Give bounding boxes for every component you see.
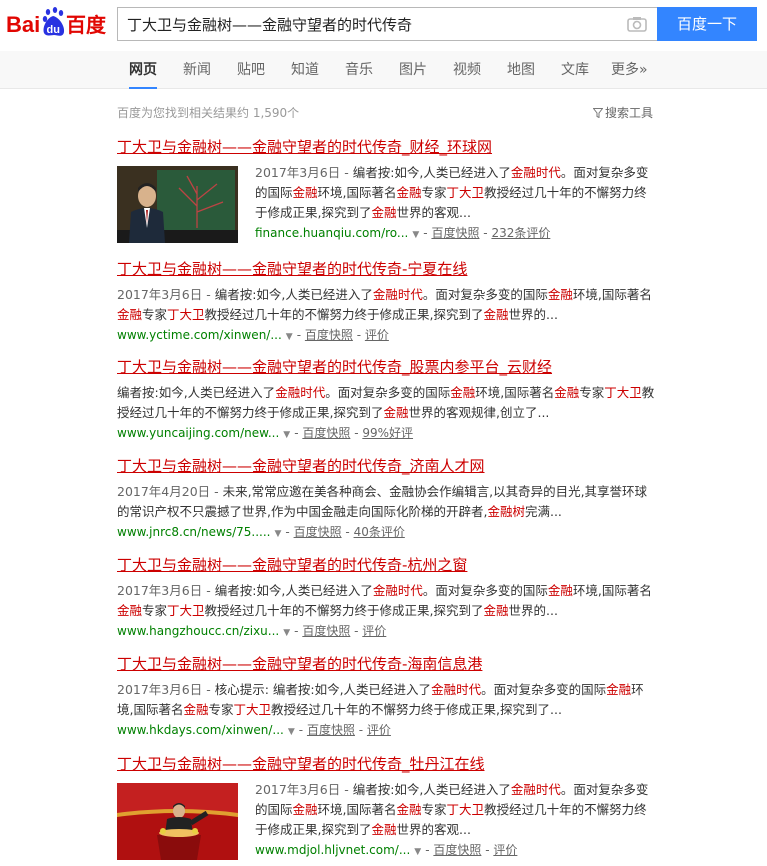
svg-text:du: du [47,24,60,36]
result-abstract: 2017年4月20日 - 未来,常常应邀在美各种商会、金融协会作编辑言,以其奇异… [117,484,648,519]
result-item: 丁大卫与金融树——金融守望者的时代传奇_财经_环球网 2017年3月6日 - 编… [117,137,657,245]
rating-link[interactable]: 99%好评 [362,426,413,440]
result-title[interactable]: 丁大卫与金融树——金融守望者的时代传奇-宁夏在线 [117,259,657,279]
tab-web[interactable]: 网页 [129,51,157,89]
snapshot-link[interactable]: 百度快照 [307,723,355,737]
search-tools-label: 搜索工具 [605,106,654,120]
result-url[interactable]: finance.huanqiu.com/ro... [255,226,408,240]
result-abstract: 2017年3月6日 - 核心提示: 编者按:如今,人类已经进入了金融时代。面对复… [117,682,644,717]
search-input[interactable] [118,8,618,40]
result-abstract: 2017年3月6日 - 编者按:如今,人类已经进入了金融时代。面对复杂多变的国际… [255,782,649,837]
tab-tieba[interactable]: 贴吧 [237,51,265,89]
result-count: 百度为您找到相关结果约 1,590个 [117,106,300,120]
tab-more[interactable]: 更多» [611,51,648,89]
tab-map[interactable]: 地图 [507,51,535,89]
result-item: 丁大卫与金融树——金融守望者的时代传奇-宁夏在线 2017年3月6日 - 编者按… [117,259,657,347]
tab-zhidao[interactable]: 知道 [291,51,319,89]
camera-icon[interactable] [627,16,647,32]
result-title[interactable]: 丁大卫与金融树——金融守望者的时代传奇-杭州之窗 [117,555,657,575]
result-url-row: www.hkdays.com/xinwen/... ▼ - 百度快照 - 评价 [117,723,391,737]
dropdown-arrow-icon[interactable]: ▼ [283,628,290,638]
tab-wenku[interactable]: 文库 [561,51,589,89]
result-url-row: www.mdjol.hljvnet.com/... ▼ - 百度快照 - 评价 [255,843,518,857]
result-abstract: 2017年3月6日 - 编者按:如今,人类已经进入了金融时代。面对复杂多变的国际… [117,287,652,322]
dropdown-arrow-icon[interactable]: ▼ [412,230,419,240]
result-item: 丁大卫与金融树——金融守望者的时代传奇_股票内参平台_云财经 编者按:如今,人类… [117,357,657,445]
result-url[interactable]: www.jnrc8.cn/news/75..... [117,525,271,539]
rating-link[interactable]: 40条评价 [354,525,405,539]
baidu-logo[interactable]: Bai du 百度 [6,5,110,41]
rating-link[interactable]: 评价 [493,843,517,857]
result-item: 丁大卫与金融树——金融守望者的时代传奇_牡丹江在线 2017年3月6日 - 编者… [117,754,657,862]
result-title[interactable]: 丁大卫与金融树——金融守望者的时代传奇_财经_环球网 [117,137,657,157]
tab-video[interactable]: 视频 [453,51,481,89]
snapshot-link[interactable]: 百度快照 [302,624,350,638]
result-url[interactable]: www.yuncaijing.com/new... [117,426,279,440]
result-url-row: finance.huanqiu.com/ro... ▼ - 百度快照 - 232条评… [255,226,551,240]
rating-link[interactable]: 232条评价 [491,226,550,240]
result-url-row: www.yuncaijing.com/new... ▼ - 百度快照 - 99%好评 [117,426,414,440]
filter-icon [592,107,604,119]
tab-music[interactable]: 音乐 [345,51,373,89]
rating-link[interactable]: 评价 [365,328,389,342]
result-title[interactable]: 丁大卫与金融树——金融守望者的时代传奇_牡丹江在线 [117,754,657,774]
search-tools-button[interactable]: 搜索工具 [592,104,654,121]
result-url[interactable]: www.hkdays.com/xinwen/... [117,723,284,737]
rating-link[interactable]: 评价 [367,723,391,737]
snapshot-link[interactable]: 百度快照 [294,525,342,539]
svg-text:百度: 百度 [66,13,107,37]
result-url-row: www.hangzhoucc.cn/zixu... ▼ - 百度快照 - 评价 [117,624,387,638]
header: Bai du 百度 百度一下 [0,0,767,50]
tab-images[interactable]: 图片 [399,51,427,89]
rating-link[interactable]: 评价 [362,624,386,638]
result-item: 丁大卫与金融树——金融守望者的时代传奇-海南信息港 2017年3月6日 - 核心… [117,654,657,742]
snapshot-link[interactable]: 百度快照 [433,843,481,857]
dropdown-arrow-icon[interactable]: ▼ [414,847,421,857]
result-abstract: 2017年3月6日 - 编者按:如今,人类已经进入了金融时代。面对复杂多变的国际… [255,165,649,220]
tab-news[interactable]: 新闻 [183,51,211,89]
result-abstract: 2017年3月6日 - 编者按:如今,人类已经进入了金融时代。面对复杂多变的国际… [117,583,652,618]
result-url[interactable]: www.mdjol.hljvnet.com/... [255,843,410,857]
search-button[interactable]: 百度一下 [657,7,757,41]
tabs-bar: 网页 新闻 贴吧 知道 音乐 图片 视频 地图 文库 更多» [0,51,767,89]
snapshot-link[interactable]: 百度快照 [431,226,479,240]
search-box [117,7,657,41]
result-url[interactable]: www.yctime.com/xinwen/... [117,328,282,342]
snapshot-link[interactable]: 百度快照 [302,426,350,440]
result-url[interactable]: www.hangzhoucc.cn/zixu... [117,624,279,638]
result-abstract: 编者按:如今,人类已经进入了金融时代。面对复杂多变的国际金融环境,国际著名金融专… [117,385,655,420]
dropdown-arrow-icon[interactable]: ▼ [283,430,290,440]
result-title[interactable]: 丁大卫与金融树——金融守望者的时代传奇-海南信息港 [117,654,657,674]
svg-text:Bai: Bai [6,12,40,37]
result-item: 丁大卫与金融树——金融守望者的时代传奇_济南人才网 2017年4月20日 - 未… [117,456,657,544]
dropdown-arrow-icon[interactable]: ▼ [286,332,293,342]
result-url-row: www.jnrc8.cn/news/75..... ▼ - 百度快照 - 40条评价 [117,525,405,539]
result-thumbnail[interactable] [117,166,238,243]
dropdown-arrow-icon[interactable]: ▼ [275,529,282,539]
result-url-row: www.yctime.com/xinwen/... ▼ - 百度快照 - 评价 [117,328,389,342]
snapshot-link[interactable]: 百度快照 [305,328,353,342]
result-title[interactable]: 丁大卫与金融树——金融守望者的时代传奇_股票内参平台_云财经 [117,357,657,377]
result-thumbnail[interactable] [117,783,238,860]
result-title[interactable]: 丁大卫与金融树——金融守望者的时代传奇_济南人才网 [117,456,657,476]
result-item: 丁大卫与金融树——金融守望者的时代传奇-杭州之窗 2017年3月6日 - 编者按… [117,555,657,643]
dropdown-arrow-icon[interactable]: ▼ [288,727,295,737]
